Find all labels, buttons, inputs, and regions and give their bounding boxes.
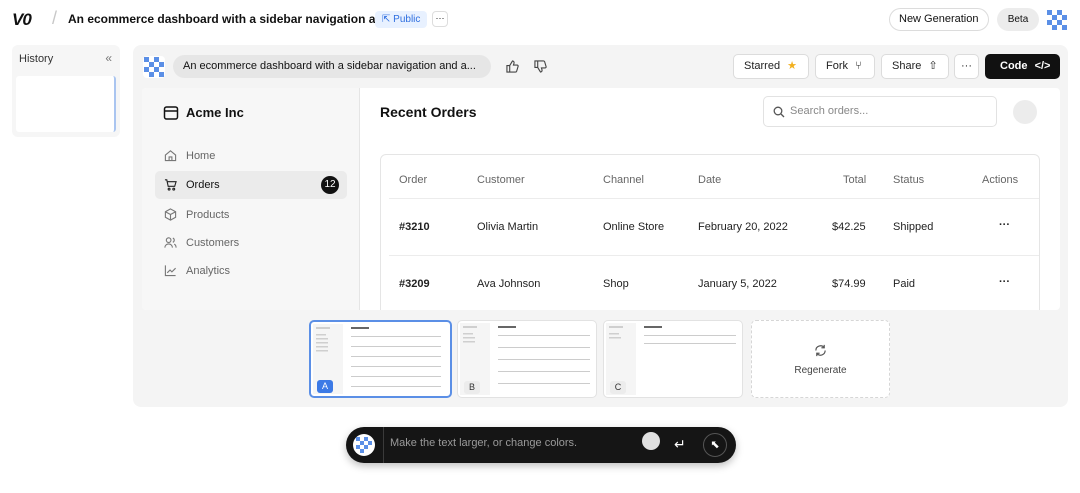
select-element-icon[interactable]: ⬉	[703, 433, 727, 457]
top-bar: V0 / An ecommerce dashboard with a sideb…	[0, 0, 1080, 38]
col-header-date: Date	[698, 174, 722, 186]
col-header-channel: Channel	[603, 174, 644, 186]
nav-label: Customers	[186, 237, 240, 249]
cell-date: February 20, 2022	[698, 221, 788, 233]
nav-item-customers[interactable]: Customers	[155, 229, 347, 257]
fork-button[interactable]: Fork ⑂	[815, 54, 875, 79]
code-icon: </>	[1034, 60, 1051, 72]
brand-name: Acme Inc	[186, 105, 244, 120]
cell-order: #3209	[399, 278, 430, 290]
history-title: History	[19, 53, 54, 65]
cell-channel: Shop	[603, 278, 629, 290]
col-header-total: Total	[843, 174, 867, 186]
chat-avatar	[353, 434, 375, 456]
fork-label: Fork	[826, 60, 848, 72]
prompt-message[interactable]: An ecommerce dashboard with a sidebar na…	[173, 55, 491, 78]
app-preview: Acme Inc Home Orders 12 Products Custome…	[142, 88, 1060, 310]
more-options-button[interactable]: ···	[954, 54, 979, 79]
prompt-input-bar: Make the text larger, or change colors. …	[346, 427, 736, 463]
cell-status: Paid	[893, 278, 916, 290]
fork-icon: ⑂	[855, 60, 862, 72]
collapse-icon[interactable]: «	[105, 51, 112, 65]
row-actions-button[interactable]: ···	[999, 219, 1010, 231]
col-header-status: Status	[893, 174, 925, 186]
nav-label: Analytics	[186, 265, 231, 277]
nav-item-products[interactable]: Products	[155, 201, 347, 229]
cell-total: $42.25	[832, 221, 866, 233]
project-more-button[interactable]: ···	[432, 11, 448, 27]
v0-logo[interactable]: V0	[12, 10, 32, 30]
starred-button[interactable]: Starred ★	[733, 54, 809, 79]
cell-customer: Ava Johnson	[477, 278, 541, 290]
project-title[interactable]: An ecommerce dashboard with a sidebar na…	[68, 12, 400, 26]
submit-icon[interactable]: ↵	[674, 436, 686, 453]
thumbs-up-icon[interactable]	[506, 60, 519, 73]
history-panel: History «	[12, 45, 120, 137]
col-header-actions: Actions	[982, 174, 1019, 186]
search-placeholder: Search orders...	[790, 105, 869, 117]
refresh-icon	[815, 344, 826, 357]
user-avatar[interactable]	[1046, 9, 1068, 31]
regenerate-button[interactable]: Regenerate	[751, 320, 890, 398]
prompt-input[interactable]: Make the text larger, or change colors.	[390, 437, 577, 449]
divider	[383, 427, 384, 463]
profile-avatar[interactable]	[1013, 100, 1037, 124]
visibility-badge[interactable]: ⇱ Public	[375, 11, 428, 28]
orders-count-badge: 12	[321, 176, 339, 194]
share-button[interactable]: Share ⇧	[881, 54, 949, 79]
row-divider	[389, 198, 1039, 199]
orders-table: Order Customer Channel Date Total Status…	[380, 154, 1040, 310]
line-chart-icon	[164, 265, 177, 277]
users-icon	[164, 237, 177, 248]
package-icon	[164, 208, 177, 221]
search-icon	[773, 106, 785, 118]
cart-icon	[164, 179, 177, 191]
chat-avatar	[143, 56, 165, 78]
search-orders-input[interactable]: Search orders...	[763, 96, 997, 127]
star-icon: ★	[787, 60, 798, 72]
app-sidebar: Acme Inc Home Orders 12 Products Custome…	[142, 88, 360, 310]
row-actions-button[interactable]: ···	[999, 276, 1010, 288]
nav-item-analytics[interactable]: Analytics	[155, 257, 347, 285]
nav-label: Products	[186, 209, 230, 221]
cell-order: #3210	[399, 221, 430, 233]
col-header-customer: Customer	[477, 174, 525, 186]
upload-icon: ⇧	[928, 60, 938, 72]
home-icon	[164, 150, 177, 162]
thumbs-down-icon[interactable]	[534, 60, 547, 73]
variant-label: B	[464, 381, 480, 394]
cell-total: $74.99	[832, 278, 866, 290]
starred-label: Starred	[744, 60, 781, 72]
variant-b-thumbnail[interactable]: B	[457, 320, 597, 398]
breadcrumb-separator: /	[52, 8, 58, 28]
variant-label: A	[317, 380, 333, 393]
variant-a-thumbnail[interactable]: A	[309, 320, 452, 398]
cell-customer: Olivia Martin	[477, 221, 539, 233]
history-thumbnail[interactable]	[16, 76, 116, 132]
share-label: Share	[892, 60, 922, 72]
variant-c-thumbnail[interactable]: C	[603, 320, 743, 398]
store-icon	[163, 106, 179, 120]
nav-label: Orders	[186, 179, 220, 191]
nav-label: Home	[186, 150, 216, 162]
nav-item-orders[interactable]: Orders 12	[155, 171, 347, 199]
row-divider	[389, 255, 1039, 256]
page-title: Recent Orders	[380, 104, 477, 120]
cell-status: Shipped	[893, 221, 934, 233]
cell-channel: Online Store	[603, 221, 665, 233]
code-label: Code	[1000, 60, 1028, 72]
attachment-indicator[interactable]	[642, 432, 660, 450]
share-icon: ⇱	[382, 14, 394, 25]
visibility-label: Public	[393, 14, 421, 25]
cell-date: January 5, 2022	[698, 278, 777, 290]
regenerate-label: Regenerate	[794, 365, 847, 376]
nav-item-home[interactable]: Home	[155, 142, 347, 170]
code-button[interactable]: Code </>	[985, 54, 1060, 79]
beta-button[interactable]: Beta	[997, 8, 1039, 31]
col-header-order: Order	[399, 174, 428, 186]
new-generation-button[interactable]: New Generation	[889, 8, 989, 31]
variant-label: C	[610, 381, 626, 394]
